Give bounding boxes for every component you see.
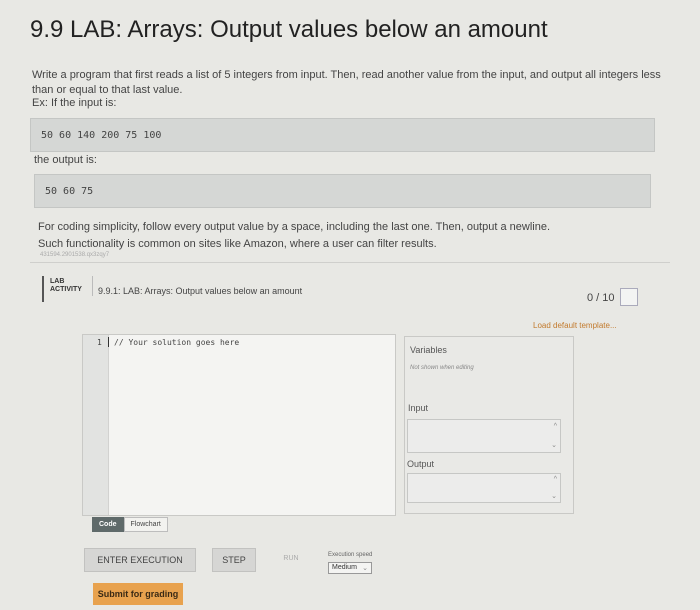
score-indicator (620, 288, 638, 306)
lab-badge-line1: LAB (50, 278, 65, 285)
output-scroll-up-icon[interactable]: ^ (554, 476, 557, 483)
output-area: ^ ⌄ (407, 473, 561, 503)
page-title: 9.9 LAB: Arrays: Output values below an … (30, 16, 548, 43)
variables-label: Variables (410, 345, 447, 355)
execution-speed-label: Execution speed (328, 552, 373, 558)
output-scroll-down-icon[interactable]: ⌄ (551, 492, 557, 500)
score-text: 0 / 10 (587, 292, 615, 304)
run-button[interactable]: RUN (276, 548, 306, 570)
note-spacing: For coding simplicity, follow every outp… (38, 221, 550, 233)
execution-speed-value: Medium (332, 564, 357, 571)
intro-text: Write a program that first reads a list … (32, 69, 661, 96)
lab-badge-line2: ACTIVITY (50, 286, 82, 293)
scroll-up-icon[interactable]: ^ (554, 423, 557, 430)
editor-tabs: Code Flowchart (92, 517, 168, 532)
code-line: // Your solution goes here (114, 338, 240, 347)
submit-for-grading-button[interactable]: Submit for grading (93, 583, 183, 605)
step-button[interactable]: STEP (212, 548, 256, 572)
input-area[interactable]: ^ ⌄ (407, 419, 561, 453)
line-number: 1 (97, 338, 102, 347)
example-input-box: 50 60 140 200 75 100 (30, 118, 655, 152)
output-label: the output is: (34, 154, 97, 166)
tab-code[interactable]: Code (92, 517, 124, 532)
execution-panel: Variables Not shown when editing Input ^… (404, 336, 574, 514)
lab-separator (92, 276, 93, 296)
section-divider (30, 262, 670, 263)
not-shown-note: Not shown when editing (410, 365, 474, 371)
execution-speed-select[interactable]: Medium ⌄ (328, 562, 372, 574)
example-output-box: 50 60 75 (34, 174, 651, 208)
chevron-down-icon: ⌄ (362, 565, 368, 572)
scroll-down-icon[interactable]: ⌄ (551, 441, 557, 449)
code-editor[interactable]: 1 // Your solution goes here (82, 334, 396, 516)
example-label: Ex: If the input is: (32, 97, 117, 109)
enter-execution-button[interactable]: ENTER EXECUTION (84, 548, 196, 572)
input-label: Input (408, 403, 429, 413)
load-default-template-link[interactable]: Load default template... (533, 321, 617, 330)
lab-activity-title: 9.9.1: LAB: Arrays: Output values below … (98, 286, 303, 296)
example-output-text: 50 60 75 (45, 186, 94, 197)
line-gutter (83, 335, 109, 515)
note-amazon: Such functionality is common on sites li… (38, 238, 437, 250)
example-input-text: 50 60 140 200 75 100 (41, 130, 162, 141)
lab-accent-bar (42, 276, 44, 302)
tracking-id: 431594.2901538.qx3zqy7 (40, 252, 110, 258)
output-label-panel: Output (407, 459, 435, 469)
tab-flowchart[interactable]: Flowchart (123, 517, 168, 532)
lab-badge: LAB ACTIVITY (50, 278, 82, 294)
text-cursor (108, 337, 109, 347)
